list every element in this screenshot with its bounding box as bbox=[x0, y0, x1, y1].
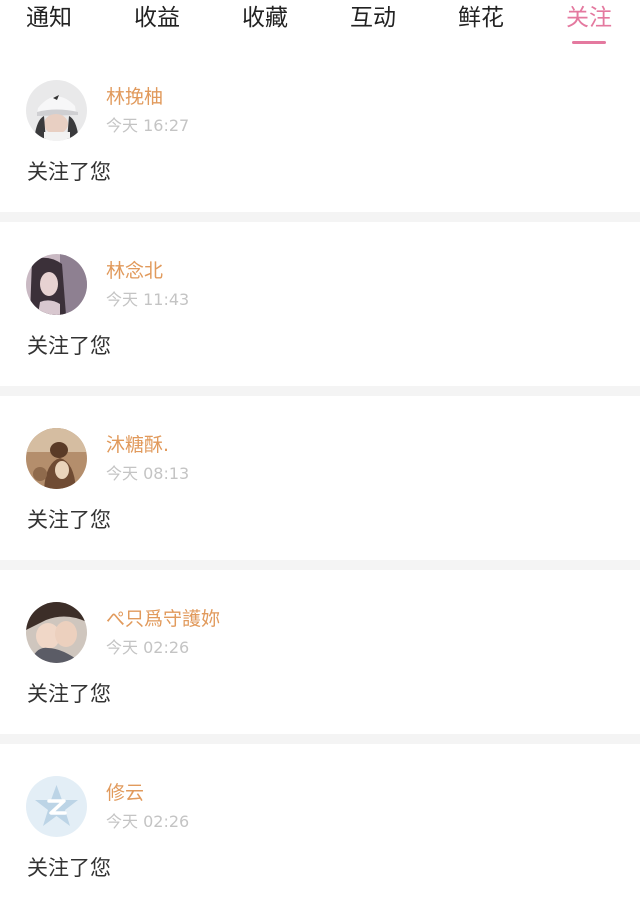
username[interactable]: 林挽柚 bbox=[106, 85, 163, 109]
username[interactable]: 林念北 bbox=[106, 259, 163, 283]
username[interactable]: ぺ只爲守護妳 bbox=[106, 607, 220, 631]
timestamp: 今天 11:43 bbox=[106, 290, 190, 309]
tab-follows[interactable]: 关注 bbox=[566, 0, 612, 36]
notification-message: 关注了您 bbox=[27, 334, 111, 358]
avatar-couple-icon[interactable] bbox=[26, 602, 87, 663]
tab-notifications[interactable]: 通知 bbox=[26, 0, 72, 36]
username[interactable]: 沐糖酥. bbox=[106, 433, 169, 457]
timestamp: 今天 02:26 bbox=[106, 638, 190, 657]
list-item[interactable]: 林挽柚 今天 16:27 关注了您 bbox=[0, 48, 640, 212]
divider bbox=[0, 386, 640, 396]
divider bbox=[0, 212, 640, 222]
tab-interactions[interactable]: 互动 bbox=[350, 0, 396, 36]
username[interactable]: 修云 bbox=[106, 781, 144, 805]
avatar-sepia-photo-icon[interactable] bbox=[26, 428, 87, 489]
timestamp: 今天 02:26 bbox=[106, 812, 190, 831]
divider bbox=[0, 560, 640, 570]
notification-message: 关注了您 bbox=[27, 508, 111, 532]
notification-message: 关注了您 bbox=[27, 856, 111, 880]
avatar-qq-default-icon[interactable] bbox=[26, 776, 87, 837]
timestamp: 今天 08:13 bbox=[106, 464, 190, 483]
tab-flowers[interactable]: 鲜花 bbox=[458, 0, 504, 36]
avatar-girl-cap-icon[interactable] bbox=[26, 80, 87, 141]
divider bbox=[0, 734, 640, 744]
tab-bar: 通知 收益 收藏 互动 鲜花 关注 bbox=[0, 0, 640, 48]
timestamp: 今天 16:27 bbox=[106, 116, 190, 135]
tab-favorites[interactable]: 收藏 bbox=[242, 0, 288, 36]
list-item[interactable]: 沐糖酥. 今天 08:13 关注了您 bbox=[0, 396, 640, 560]
avatar-girl-dark-icon[interactable] bbox=[26, 254, 87, 315]
tab-earnings[interactable]: 收益 bbox=[134, 0, 180, 36]
list-item[interactable]: 修云 今天 02:26 关注了您 bbox=[0, 744, 640, 908]
list-item[interactable]: ぺ只爲守護妳 今天 02:26 关注了您 bbox=[0, 570, 640, 734]
notification-message: 关注了您 bbox=[27, 160, 111, 184]
list-item[interactable]: 林念北 今天 11:43 关注了您 bbox=[0, 222, 640, 386]
notification-list: 林挽柚 今天 16:27 关注了您 林念北 今天 11:43 关注了您 沐糖酥.… bbox=[0, 48, 640, 908]
notification-message: 关注了您 bbox=[27, 682, 111, 706]
